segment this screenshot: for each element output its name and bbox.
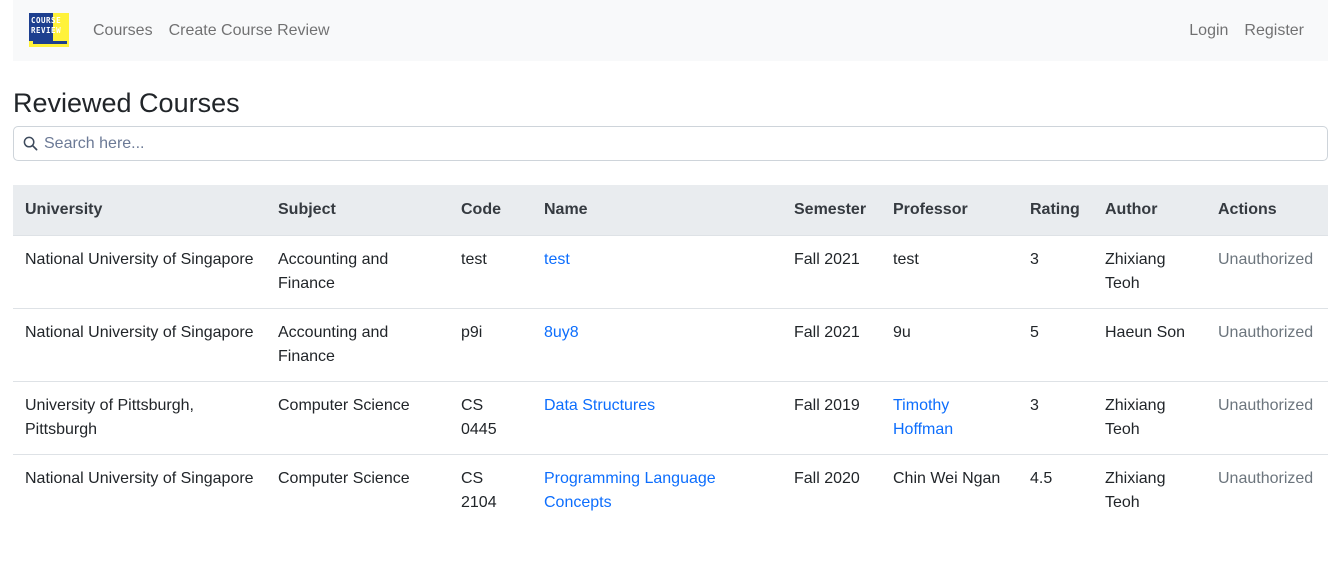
nav-left-links: Courses Create Course Review	[93, 0, 338, 61]
cell-semester: Fall 2020	[794, 470, 860, 487]
course-name-link[interactable]: 8uy8	[544, 324, 579, 341]
cell-semester: Fall 2021	[782, 308, 881, 382]
logo-text-line1: COURSE	[31, 16, 62, 25]
cell-subject: Accounting and Finance	[266, 235, 449, 309]
column-header-university: University	[13, 185, 266, 236]
cell-professor: Timothy Hoffman	[881, 381, 1018, 455]
table-row: University of Pittsburgh, Pittsburgh Com…	[13, 381, 1328, 455]
table-header: University Subject Code Name Semester Pr…	[13, 185, 1328, 236]
column-header-code: Code	[449, 185, 532, 236]
course-name-link[interactable]: Programming Language Concepts	[544, 470, 716, 511]
cell-name: 8uy8	[532, 308, 782, 382]
search-icon	[21, 135, 39, 153]
cell-university: National University of Singapore	[25, 470, 254, 487]
cell-author: Zhixiang Teoh	[1093, 235, 1206, 309]
cell-name: test	[532, 235, 782, 309]
nav-link-courses[interactable]: Courses	[93, 22, 161, 40]
cell-author: Zhixiang Teoh	[1105, 470, 1166, 511]
cell-subject: Computer Science	[278, 470, 410, 487]
logo-text-line2: REVIEW	[31, 26, 62, 35]
course-name-link[interactable]: test	[544, 251, 570, 268]
navbar: COURSE REVIEW Courses Create Course Revi…	[13, 0, 1328, 61]
column-header-actions: Actions	[1206, 185, 1328, 236]
nav-link-register[interactable]: Register	[1236, 22, 1304, 40]
cell-actions: Unauthorized	[1218, 470, 1314, 487]
cell-semester: Fall 2021	[782, 235, 881, 309]
cell-author: Haeun Son	[1093, 308, 1206, 382]
cell-university: University of Pittsburgh, Pittsburgh	[13, 381, 266, 455]
page-title: Reviewed Courses	[13, 88, 240, 118]
cell-professor: test	[881, 235, 1018, 309]
cell-name: Programming Language Concepts	[532, 455, 782, 528]
cell-actions: Unauthorized	[1206, 235, 1328, 309]
table-row: National University of Singapore Compute…	[13, 455, 1328, 528]
cell-actions: Unauthorized	[1206, 308, 1328, 382]
page-container: COURSE REVIEW Courses Create Course Revi…	[13, 0, 1328, 511]
column-header-professor: Professor	[881, 185, 1018, 236]
table-row: National University of Singapore Account…	[13, 235, 1328, 309]
professor-link[interactable]: Timothy Hoffman	[893, 397, 953, 438]
cell-author: Zhixiang Teoh	[1093, 381, 1206, 455]
cell-code: p9i	[449, 308, 532, 382]
cell-professor: 9u	[881, 308, 1018, 382]
cell-professor: Chin Wei Ngan	[893, 470, 1001, 487]
table-body: National University of Singapore Account…	[13, 235, 1328, 528]
cell-rating: 3	[1018, 381, 1093, 455]
nav-link-create-course-review[interactable]: Create Course Review	[161, 22, 338, 40]
cell-university: National University of Singapore	[13, 308, 266, 382]
table-header-row: University Subject Code Name Semester Pr…	[13, 185, 1328, 236]
cell-subject: Computer Science	[266, 381, 449, 455]
search-box[interactable]	[13, 126, 1328, 161]
cell-code: test	[449, 235, 532, 309]
cell-name: Data Structures	[532, 381, 782, 455]
column-header-semester: Semester	[782, 185, 881, 236]
logo-foot-bar	[33, 41, 67, 44]
cell-rating: 3	[1018, 235, 1093, 309]
nav-link-login[interactable]: Login	[1181, 22, 1236, 40]
search-input[interactable]	[42, 133, 1327, 154]
brand-logo[interactable]: COURSE REVIEW	[29, 13, 69, 47]
cell-code: CS 2104	[461, 470, 497, 511]
cell-semester: Fall 2019	[782, 381, 881, 455]
cell-code: CS 0445	[449, 381, 532, 455]
reviews-table: University Subject Code Name Semester Pr…	[13, 185, 1328, 527]
column-header-name: Name	[532, 185, 782, 236]
table-row: National University of Singapore Account…	[13, 308, 1328, 382]
column-header-rating: Rating	[1018, 185, 1093, 236]
column-header-subject: Subject	[266, 185, 449, 236]
column-header-author: Author	[1093, 185, 1206, 236]
cell-rating: 5	[1018, 308, 1093, 382]
nav-right-links: Login Register	[1181, 0, 1304, 61]
course-name-link[interactable]: Data Structures	[544, 397, 655, 414]
cell-rating: 4.5	[1030, 470, 1053, 487]
cell-actions: Unauthorized	[1206, 381, 1328, 455]
cell-university: National University of Singapore	[13, 235, 266, 309]
cell-subject: Accounting and Finance	[266, 308, 449, 382]
